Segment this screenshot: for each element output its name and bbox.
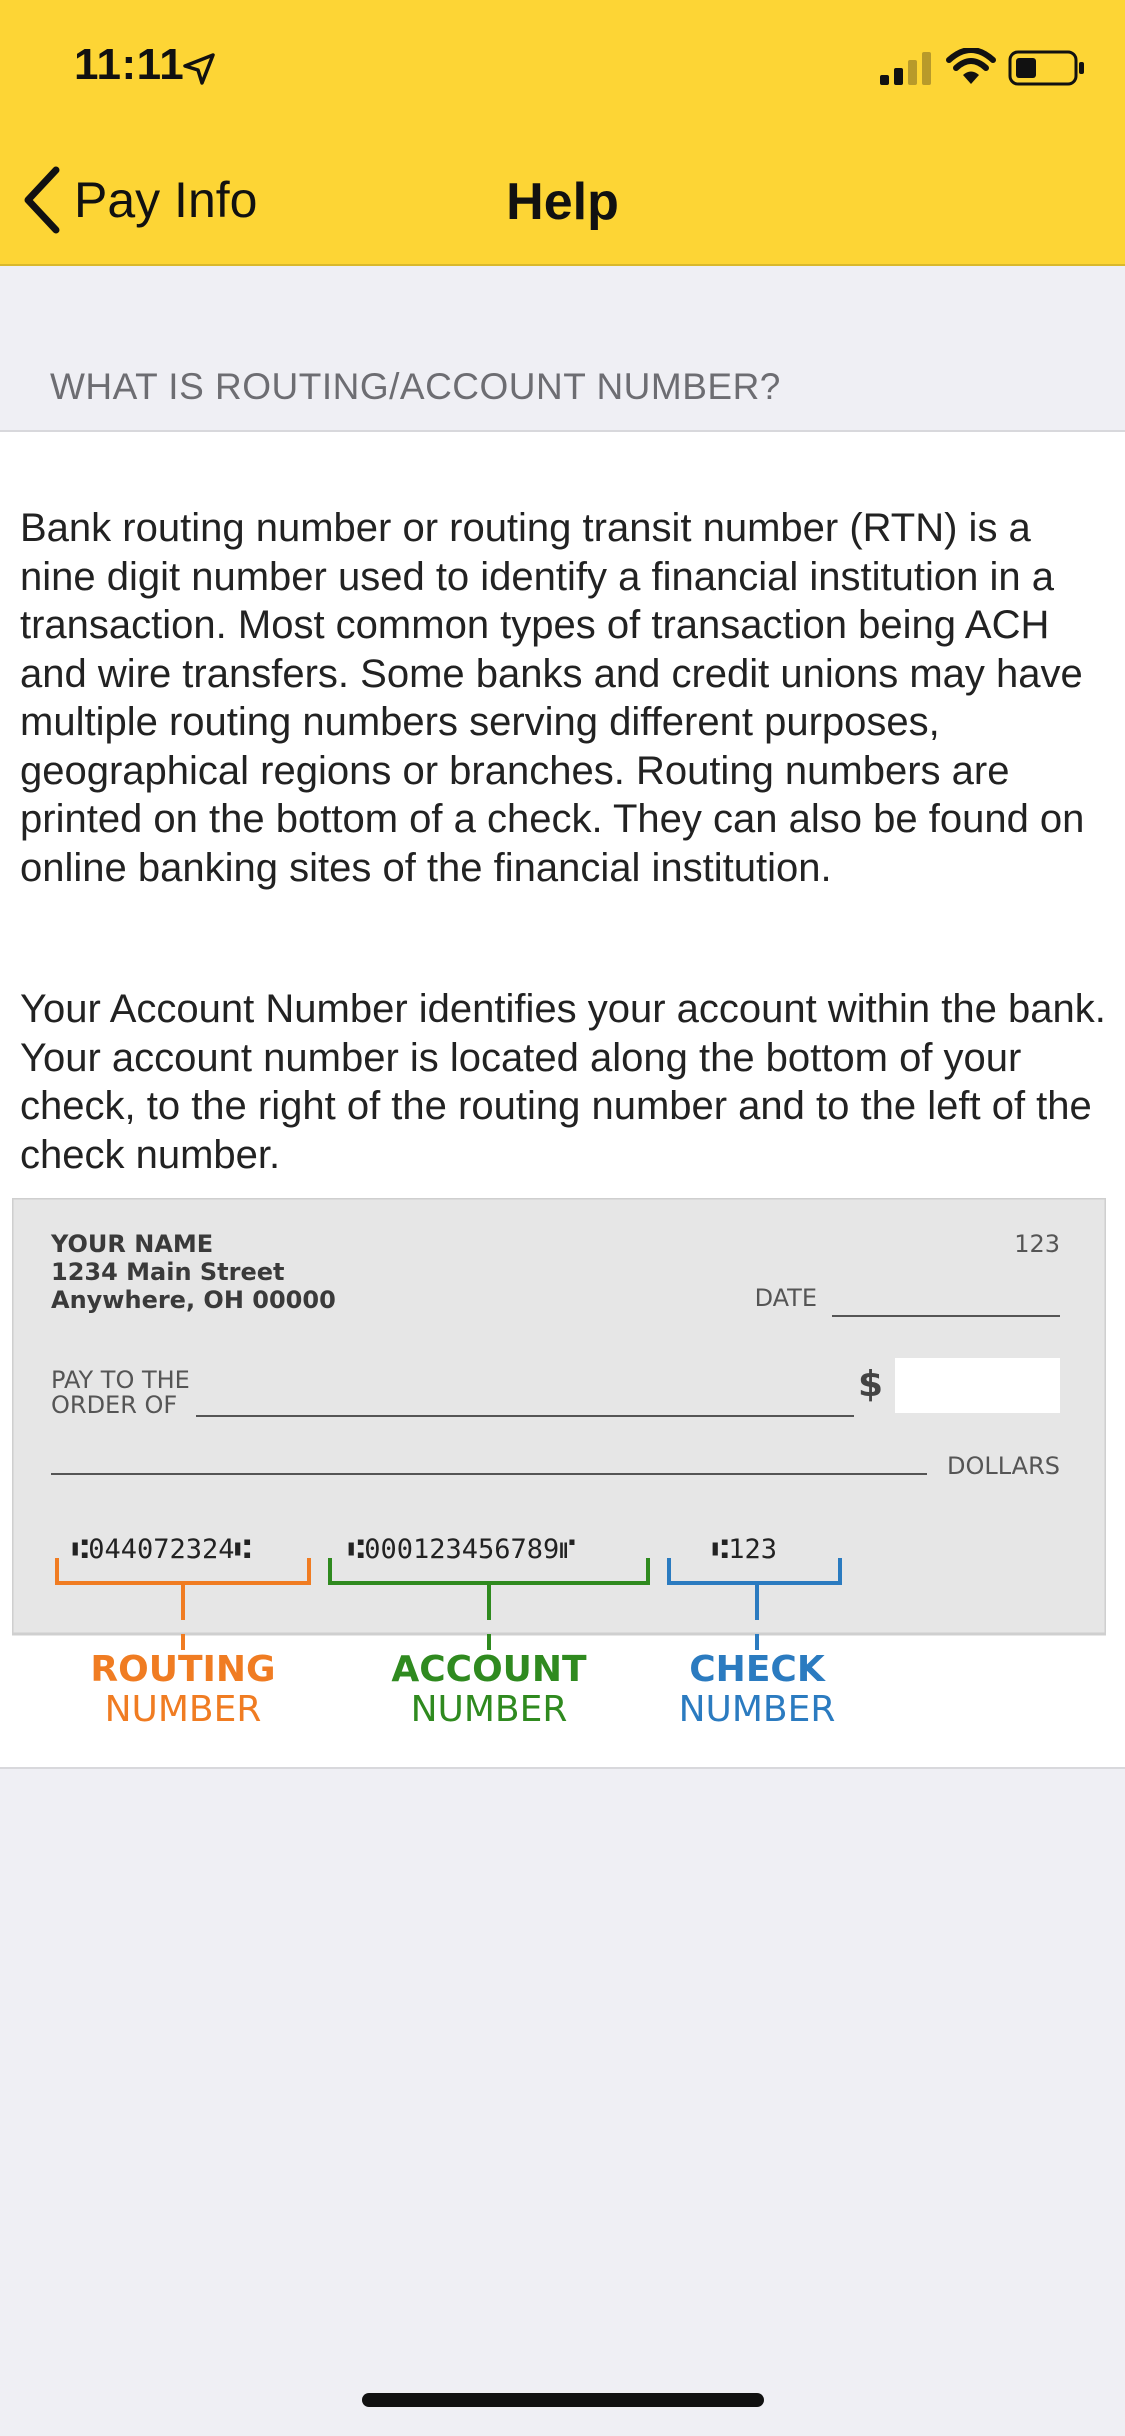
battery-icon — [1008, 50, 1084, 86]
micr-account-number: ⑆000123456789⑈ — [348, 1534, 575, 1565]
account-label-line-2: NUMBER — [411, 1689, 568, 1730]
app-header: 11:11 Pay Info Help — [0, 0, 1125, 266]
location-arrow-icon — [183, 53, 215, 85]
navigation-bar: Pay Info Help — [0, 150, 1125, 250]
date-label: DATE — [755, 1284, 817, 1312]
routing-number-description: Bank routing number or routing transit n… — [20, 506, 1085, 890]
home-indicator[interactable] — [362, 2393, 764, 2407]
dollars-label: DOLLARS — [947, 1452, 1060, 1480]
routing-label-line-1: ROUTING — [90, 1649, 275, 1690]
dollar-sign: $ — [858, 1364, 883, 1405]
micr-check-number: ⑆123 — [712, 1534, 777, 1565]
pay-to-label-line-1: PAY TO THE — [51, 1366, 190, 1394]
account-label-line-1: ACCOUNT — [391, 1649, 587, 1690]
status-time: 11:11 — [74, 40, 185, 89]
help-content-card: Bank routing number or routing transit n… — [0, 430, 1125, 1769]
check-street-address: 1234 Main Street — [51, 1258, 285, 1286]
check-diagram: YOUR NAME 1234 Main Street Anywhere, OH … — [12, 1198, 1106, 1730]
pay-to-label-line-2: ORDER OF — [51, 1391, 177, 1419]
check-label-line-2: NUMBER — [679, 1689, 836, 1730]
micr-routing-number: ⑆044072324⑆ — [72, 1534, 251, 1565]
status-bar: 11:11 — [0, 0, 1125, 132]
account-number-description: Your Account Number identifies your acco… — [20, 987, 1106, 1177]
routing-label-line-2: NUMBER — [105, 1689, 262, 1730]
amount-box — [895, 1358, 1060, 1413]
wifi-icon — [946, 48, 996, 84]
check-number-top: 123 — [1014, 1230, 1060, 1258]
check-city-state-zip: Anywhere, OH 00000 — [51, 1286, 336, 1314]
section-header: WHAT IS ROUTING/ACCOUNT NUMBER? — [50, 366, 781, 407]
cellular-signal-icon — [880, 52, 931, 85]
check-account-holder-name: YOUR NAME — [50, 1230, 213, 1258]
check-label-line-1: CHECK — [689, 1649, 826, 1690]
page-title: Help — [506, 173, 619, 231]
